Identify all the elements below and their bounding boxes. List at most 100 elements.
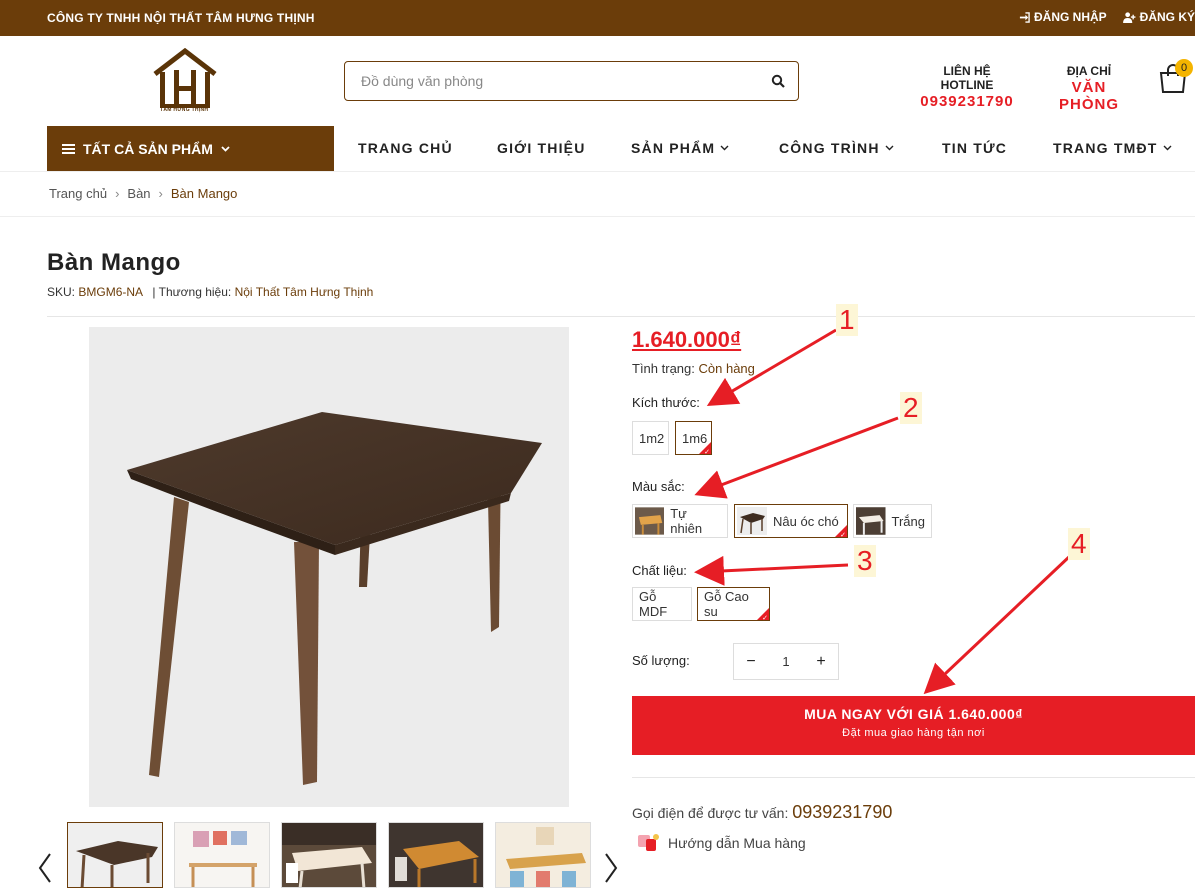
breadcrumb-separator: › <box>115 186 120 201</box>
sku-label: SKU: <box>47 285 76 299</box>
size-option-1m2[interactable]: 1m2 <box>632 421 669 455</box>
buy-now-button[interactable]: MUA NGAY VỚI GIÁ 1.640.000₫ Đặt mua giao… <box>632 696 1195 755</box>
search-input[interactable] <box>361 73 758 89</box>
thumb-next-button[interactable] <box>603 852 619 888</box>
product-title: Bàn Mango <box>47 249 181 276</box>
decrease-button[interactable]: − <box>734 653 768 671</box>
brand-value[interactable]: Nội Thất Tâm Hưng Thịnh <box>235 285 374 299</box>
quantity-input[interactable]: 1 <box>768 654 804 669</box>
breadcrumb-separator: › <box>158 186 163 201</box>
thumbnail-image <box>496 823 590 887</box>
material-label: Chất liệu: <box>632 563 687 578</box>
call-consult: Gọi điện để được tư vấn: 0939231790 <box>632 802 892 823</box>
product-price: 1.640.000₫ <box>632 327 741 353</box>
divider <box>47 316 1195 317</box>
price-value: 1.640.000₫ <box>632 327 742 352</box>
option-label: Nâu óc chó <box>773 513 839 529</box>
login-label: ĐĂNG NHẬP <box>1033 10 1107 24</box>
thumbnail-image <box>389 823 483 887</box>
nav-item-ecommerce[interactable]: TRANG TMĐT <box>1053 140 1172 156</box>
status-label: Tình trạng: <box>632 361 695 376</box>
all-products-menu[interactable]: TẤT CẢ SẢN PHẨM <box>47 126 334 171</box>
call-label: Gọi điện để được tư vấn: <box>632 805 789 821</box>
sku-value: BMGM6-NA <box>78 285 143 299</box>
logo-icon[interactable] <box>152 48 218 116</box>
thumbnail-image <box>282 823 376 887</box>
quantity-stepper: − 1 + <box>733 643 839 680</box>
breadcrumb-category[interactable]: Bàn <box>127 186 150 201</box>
address[interactable]: ĐỊA CHỈ VĂN PHÒNG <box>1040 64 1138 113</box>
thumbnail-image <box>175 823 269 887</box>
buy-now-label: MUA NGAY VỚI GIÁ 1.640.000₫ <box>804 706 1023 722</box>
company-name: CÔNG TY TNHH NỘI THẤT TÂM HƯNG THỊNH <box>47 11 315 25</box>
nav-item-label: TIN TỨC <box>942 140 1008 156</box>
hamburger-icon <box>62 143 75 154</box>
user-plus-icon <box>1122 11 1136 23</box>
cart-button[interactable]: 0 <box>1158 59 1193 96</box>
option-label: Gỗ Cao su <box>704 589 749 619</box>
thumbnail[interactable] <box>388 822 484 888</box>
search-button[interactable] <box>758 62 798 100</box>
increase-button[interactable]: + <box>804 653 838 671</box>
breadcrumb-home[interactable]: Trang chủ <box>49 186 107 201</box>
nav-item-products[interactable]: SẢN PHẨM <box>631 140 729 156</box>
thumbnail[interactable] <box>67 822 163 888</box>
size-option-1m6[interactable]: 1m6 <box>675 421 712 455</box>
thumbnail[interactable] <box>174 822 270 888</box>
annotation-label: 4 <box>1068 528 1090 560</box>
stock-status: Tình trạng: Còn hàng <box>632 361 755 376</box>
color-option-walnut[interactable]: Nâu óc chó <box>734 504 848 538</box>
annotation-label: 3 <box>854 545 876 577</box>
nav-item-home[interactable]: TRANG CHỦ <box>358 140 453 156</box>
color-option-natural[interactable]: Tự nhiên <box>632 504 728 538</box>
annotation-label: 1 <box>836 304 858 336</box>
product-meta: SKU: BMGM6-NA | Thương hiệu: Nội Thất Tâ… <box>47 285 373 299</box>
option-label: Gỗ MDF <box>639 589 668 619</box>
color-option-white[interactable]: Trắng <box>853 504 932 538</box>
material-option-mdf[interactable]: Gỗ MDF <box>632 587 692 621</box>
all-products-label: TẤT CẢ SẢN PHẨM <box>83 140 213 157</box>
nav-item-news[interactable]: TIN TỨC <box>942 140 1007 156</box>
nav-item-label: TRANG CHỦ <box>358 140 453 156</box>
option-label: Tự nhiên <box>670 506 703 536</box>
purchase-guide-link[interactable]: Hướng dẫn Mua hàng <box>636 831 806 855</box>
register-label: ĐĂNG KÝ <box>1139 10 1195 24</box>
thumbnail[interactable] <box>495 822 591 888</box>
nav-item-projects[interactable]: CÔNG TRÌNH <box>779 140 894 156</box>
guide-label: Hướng dẫn Mua hàng <box>668 835 806 851</box>
hotline-number: 0939231790 <box>920 93 1014 110</box>
material-option-rubberwood[interactable]: Gỗ Cao su <box>697 587 770 621</box>
thumbnail[interactable] <box>281 822 377 888</box>
option-label: Trắng <box>891 513 925 529</box>
search-bar <box>344 61 799 101</box>
buy-now-sublabel: Đặt mua giao hàng tận nơi <box>842 727 985 739</box>
chevron-left-icon <box>38 853 51 883</box>
product-main-image[interactable] <box>89 327 569 807</box>
nav-item-label: CÔNG TRÌNH <box>779 140 880 156</box>
breadcrumb-current: Bàn Mango <box>170 186 238 201</box>
nav-item-about[interactable]: GIỚI THIỆU <box>497 140 586 156</box>
cart-count-badge: 0 <box>1175 59 1193 77</box>
address-label: ĐỊA CHỈ <box>1066 64 1112 78</box>
thumbnail-image <box>68 823 162 887</box>
top-bar: CÔNG TY TNHH NỘI THẤT TÂM HƯNG THỊNH ĐĂN… <box>0 0 1195 36</box>
login-link[interactable]: ĐĂNG NHẬP <box>1019 10 1107 24</box>
table-product-image <box>127 412 542 785</box>
divider <box>0 216 1195 217</box>
annotation-label: 2 <box>900 392 922 424</box>
hotline[interactable]: LIÊN HỆ HOTLINE 0939231790 <box>918 64 1016 110</box>
nav-item-label: SẢN PHẨM <box>631 140 716 156</box>
quantity-label: Số lượng: <box>632 653 690 668</box>
thumb-prev-button[interactable] <box>37 852 53 888</box>
register-link[interactable]: ĐĂNG KÝ <box>1122 10 1195 24</box>
chevron-down-icon <box>885 145 894 151</box>
size-label: Kích thước: <box>632 395 700 410</box>
nav-item-label: TRANG TMĐT <box>1053 140 1158 156</box>
hotline-label: LIÊN HỆ HOTLINE <box>940 64 994 92</box>
call-number[interactable]: 0939231790 <box>792 802 892 822</box>
chevron-right-icon <box>605 853 618 883</box>
brand-label: | Thương hiệu: <box>152 285 232 299</box>
chevron-down-icon <box>1163 145 1172 151</box>
divider <box>632 777 1195 778</box>
search-icon <box>771 74 785 88</box>
